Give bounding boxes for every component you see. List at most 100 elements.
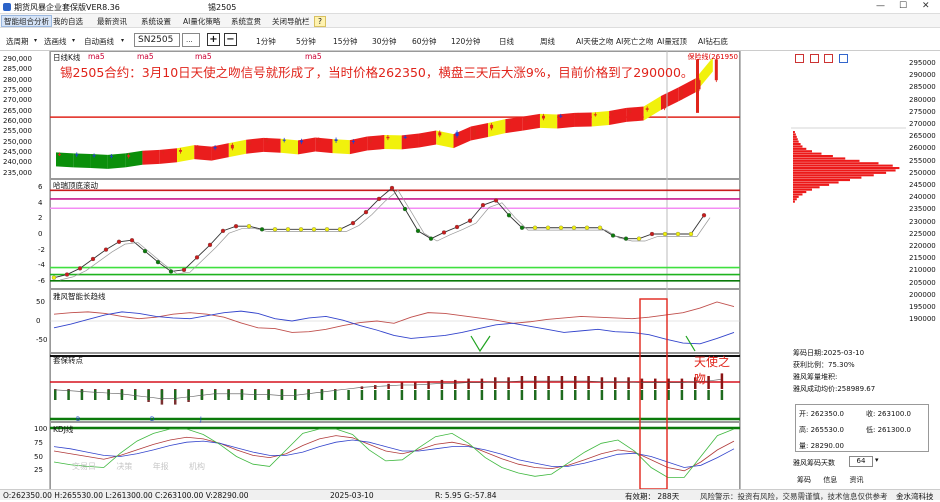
right-axis-tick: 235000 <box>909 205 936 214</box>
y-tick-label: 2 <box>38 214 43 223</box>
minimize-button[interactable]: — <box>876 1 885 11</box>
harry-dot <box>389 185 395 191</box>
y-tick-label: 0 <box>36 317 41 325</box>
menu-system-settings[interactable]: 系统设置 <box>141 16 171 27</box>
period-select[interactable]: 选周期 <box>6 36 29 47</box>
y-tick-label: 290,000 <box>3 55 32 64</box>
chip-bar <box>793 193 803 196</box>
flag-icon[interactable] <box>809 54 819 63</box>
hedge-bar-low <box>374 390 377 400</box>
maximize-button[interactable]: ☐ <box>899 1 907 11</box>
right-axis-tick: 245000 <box>909 181 936 189</box>
right-axis-tick: 225000 <box>909 229 936 238</box>
ohlc-box: 开: 262350.0 收: 263100.0 高: 265530.0 低: 2… <box>795 404 929 452</box>
chip-bar <box>793 152 822 155</box>
harry-dot <box>246 224 252 229</box>
harry-dot <box>467 218 473 223</box>
kdj-small-label: D <box>150 416 155 423</box>
period-30min[interactable]: 30分钟 <box>372 36 397 47</box>
ribbon-segment <box>332 139 350 155</box>
harry-dot <box>129 238 135 243</box>
hedge-bar-low <box>547 390 550 400</box>
candle-body <box>369 138 373 143</box>
candle-body <box>299 140 303 143</box>
candle-body <box>611 112 615 115</box>
ai-angel-kiss-button[interactable]: AI天使之吻 <box>576 36 613 47</box>
hedge-bar-low <box>360 390 364 400</box>
auto-line-select[interactable]: 自动画线 <box>84 36 114 47</box>
right-axis-tick: 230000 <box>909 217 936 226</box>
candle-body <box>196 146 200 151</box>
chevron-down-icon[interactable]: ▾ <box>875 456 879 464</box>
tab-news[interactable]: 资讯 <box>849 476 863 484</box>
tab-info[interactable]: 信息 <box>823 476 837 484</box>
symbol-code-input[interactable]: SN2505 <box>134 33 180 47</box>
close-button[interactable]: ✕ <box>922 1 930 11</box>
ai-volume-top-button[interactable]: AI量冠顶 <box>657 36 687 47</box>
hedge-bar-low <box>640 390 644 400</box>
y-tick-label: 0 <box>38 230 43 238</box>
panel-harry-label: 哈瑞顶底滚动 <box>53 181 98 190</box>
ribbon-segment <box>367 135 385 151</box>
ai-death-kiss-button[interactable]: AI死亡之吻 <box>616 36 653 47</box>
period-1min[interactable]: 1分钟 <box>256 36 276 47</box>
candle-body <box>696 59 699 113</box>
chip-days-input[interactable]: 64 <box>849 456 873 467</box>
period-daily[interactable]: 日线 <box>499 36 514 47</box>
candle-body <box>403 136 407 138</box>
candle-body <box>351 140 355 143</box>
hedge-bar <box>600 377 604 389</box>
right-axis-tick: 285000 <box>909 83 936 92</box>
chart-area[interactable]: 日线K线 ma5 ma5 ma5 ma5 保险线(261950 锡2505合约：… <box>50 51 740 490</box>
help-icon[interactable]: ? <box>314 16 326 27</box>
chevron-down-icon[interactable]: ▾ <box>34 37 37 44</box>
zoom-out-button[interactable]: − <box>224 33 237 46</box>
hedge-bar <box>454 379 457 389</box>
period-15min[interactable]: 15分钟 <box>333 36 358 47</box>
period-120min[interactable]: 120分钟 <box>451 36 480 47</box>
candle-body <box>265 139 269 142</box>
toolbar: 选周期 ▾ 选画线 ▾ 自动画线 ▾ SN2505 ... + − 1分钟 5分… <box>0 29 940 51</box>
ai-diamond-bottom-button[interactable]: AI钻石底 <box>698 36 728 47</box>
chart-svg[interactable] <box>50 51 740 490</box>
tab-chips[interactable]: 筹码 <box>797 476 811 484</box>
menu-close-nav[interactable]: 关闭导航栏 <box>272 16 310 27</box>
menu-ai-strategy[interactable]: AI量化策略 <box>183 16 220 27</box>
period-weekly[interactable]: 周线 <box>540 36 555 47</box>
harry-dot <box>441 230 447 235</box>
flag-icon[interactable] <box>795 54 804 63</box>
hedge-bar-low <box>707 390 710 400</box>
y-tick-label: 100 <box>34 425 48 433</box>
harry-dot <box>350 220 356 226</box>
harry-dot <box>77 266 83 271</box>
period-60min[interactable]: 60分钟 <box>412 36 437 47</box>
y-tick-label: 250,000 <box>3 137 32 146</box>
period-5min[interactable]: 5分钟 <box>296 36 316 47</box>
right-axis-tick: 290000 <box>909 71 936 80</box>
candle-body <box>161 151 165 153</box>
chip-bar <box>793 157 846 160</box>
left-axis: 290,000 285,000 280,000 275,000 270,000 265,0… <box>0 51 50 490</box>
chevron-down-icon[interactable]: ▾ <box>72 37 75 44</box>
more-button[interactable]: ... <box>182 33 200 47</box>
menu-news[interactable]: 最新资讯 <box>97 16 127 27</box>
chip-bar <box>793 191 807 194</box>
chip-bar <box>793 135 797 138</box>
hedge-bar <box>494 377 497 389</box>
ribbon-segment <box>211 143 229 161</box>
hedge-bar <box>547 376 550 389</box>
menu-my-watchlist[interactable]: 我的自选 <box>53 16 83 27</box>
chevron-down-icon[interactable]: ▾ <box>121 37 124 44</box>
flag-icon[interactable] <box>838 54 848 63</box>
chip-bar <box>793 138 798 141</box>
ribbon-segment <box>90 154 108 169</box>
line-select[interactable]: 选画线 <box>44 36 67 47</box>
ma-label: ma5 <box>88 52 105 61</box>
harry-dot <box>662 231 668 237</box>
menu-system-promo[interactable]: 系统宣贯 <box>231 16 261 27</box>
hedge-bar-low <box>94 390 97 400</box>
zoom-in-button[interactable]: + <box>207 33 220 46</box>
menu-smart-analysis[interactable]: 智能组合分析 <box>1 15 52 27</box>
flag-icon[interactable] <box>824 54 834 63</box>
volume-value: 量: 28290.00 <box>799 442 844 450</box>
